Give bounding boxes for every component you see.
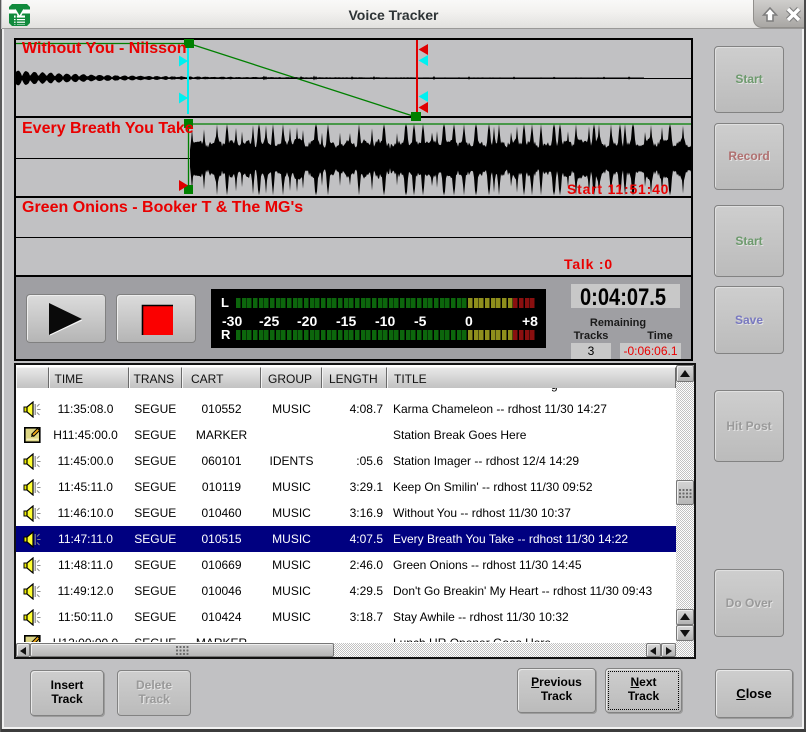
- svg-text:0:04:07.5: 0:04:07.5: [580, 284, 666, 308]
